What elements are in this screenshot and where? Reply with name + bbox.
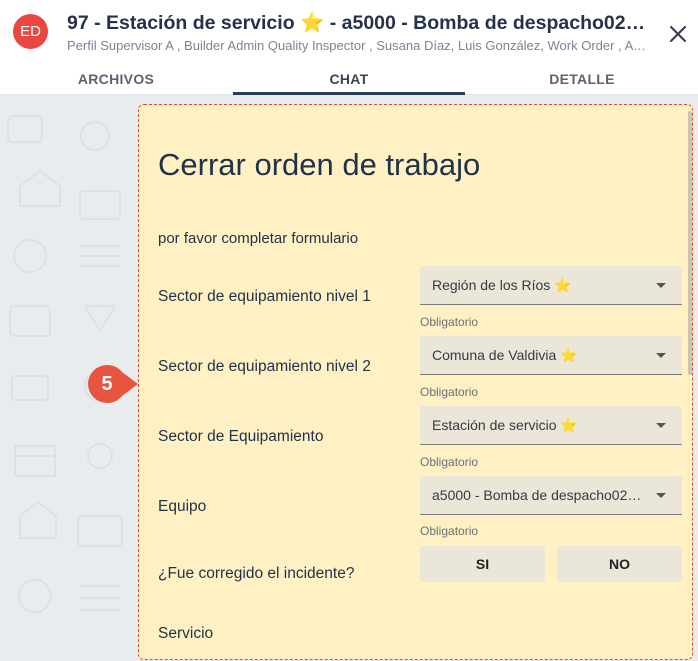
active-tab-indicator xyxy=(233,92,465,95)
participants-subtitle: Perfil Supervisor A , Builder Admin Qual… xyxy=(67,38,647,53)
close-work-order-form: Cerrar orden de trabajo por favor comple… xyxy=(138,104,693,660)
equipo-select[interactable]: a5000 - Bomba de despacho02-08-2022 xyxy=(420,476,682,515)
incident-corrected-question: ¿Fue corregido el incidente? xyxy=(158,565,355,582)
chevron-down-icon xyxy=(656,423,666,428)
form-title: Cerrar orden de trabajo xyxy=(158,147,481,182)
select-value: Comuna de Valdivia ⭐ xyxy=(432,346,578,363)
field-label-servicio: Servicio xyxy=(158,625,214,642)
helper-text: Obligatorio xyxy=(420,455,479,469)
sector-equipamiento-select[interactable]: Estación de servicio ⭐ xyxy=(420,406,682,445)
select-value: Estación de servicio ⭐ xyxy=(432,416,578,433)
field-label-sector-2: Sector de equipamiento nivel 2 xyxy=(158,358,371,375)
yes-button[interactable]: SI xyxy=(420,546,545,582)
sector-level-1-select[interactable]: Región de los Ríos ⭐ xyxy=(420,266,682,305)
select-value: Región de los Ríos ⭐ xyxy=(432,276,572,293)
form-intro: por favor completar formulario xyxy=(158,230,359,247)
field-label-sector-equipamiento: Sector de Equipamiento xyxy=(158,428,324,445)
field-label-sector-1: Sector de equipamiento nivel 1 xyxy=(158,288,371,305)
tab-archivos[interactable]: ARCHIVOS xyxy=(0,66,232,95)
helper-text: Obligatorio xyxy=(420,385,479,399)
helper-text: Obligatorio xyxy=(420,524,479,538)
helper-text: Obligatorio xyxy=(420,315,479,329)
close-icon xyxy=(669,25,687,43)
tab-chat[interactable]: CHAT xyxy=(233,66,465,95)
tab-detalle[interactable]: DETALLE xyxy=(466,66,698,95)
chat-header: ED 97 - Estación de servicio ⭐ - a5000 -… xyxy=(0,0,698,95)
chevron-down-icon xyxy=(656,283,666,288)
tab-bar: ARCHIVOS CHAT DETALLE xyxy=(0,66,698,95)
avatar: ED xyxy=(13,14,48,49)
sector-level-2-select[interactable]: Comuna de Valdivia ⭐ xyxy=(420,336,682,375)
scrollbar[interactable] xyxy=(688,111,692,375)
select-value: a5000 - Bomba de despacho02-08-2022 xyxy=(432,487,642,503)
field-label-equipo: Equipo xyxy=(158,498,207,515)
step-badge: 5 xyxy=(87,364,139,404)
chevron-down-icon xyxy=(656,493,666,498)
page-title: 97 - Estación de servicio ⭐ - a5000 - Bo… xyxy=(67,12,647,34)
chevron-down-icon xyxy=(656,353,666,358)
close-button[interactable] xyxy=(664,20,692,48)
step-number: 5 xyxy=(101,372,113,395)
no-button[interactable]: NO xyxy=(557,546,682,582)
